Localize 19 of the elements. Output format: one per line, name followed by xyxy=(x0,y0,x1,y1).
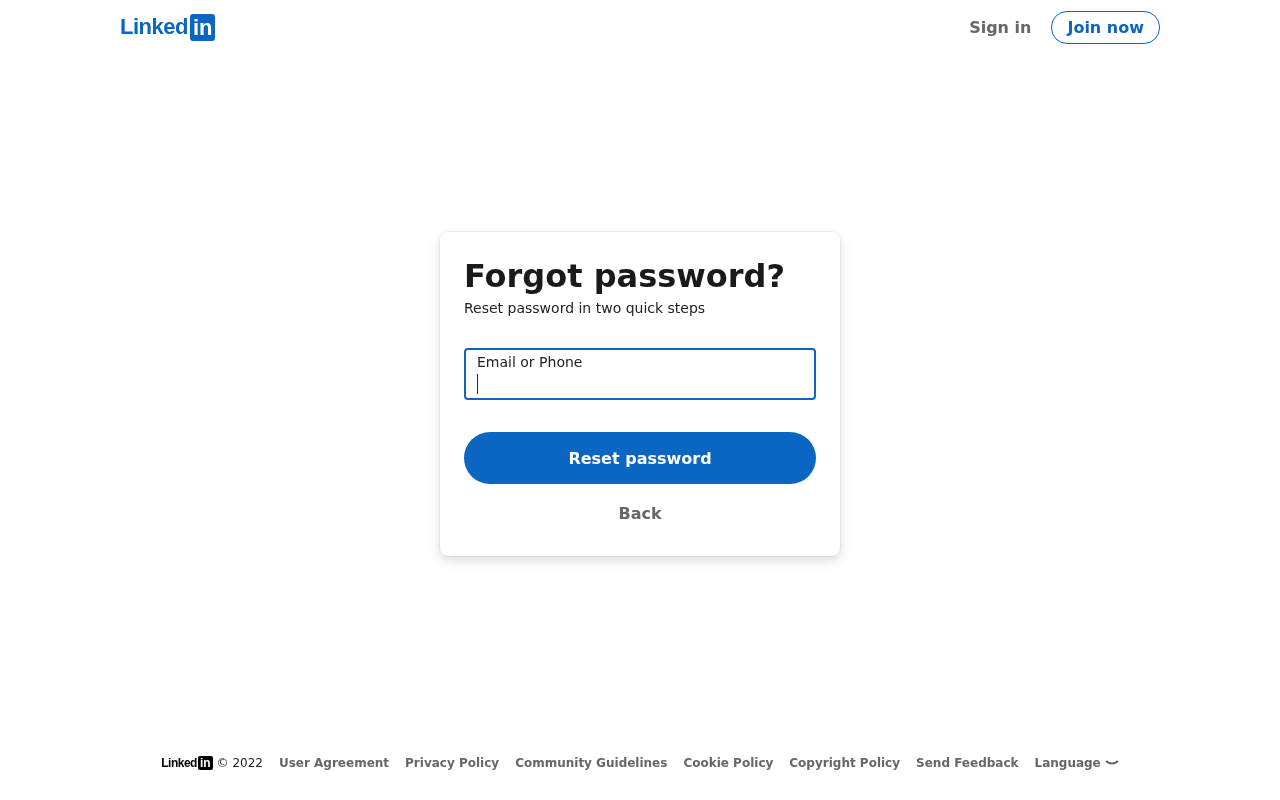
copyright-text: © 2022 xyxy=(216,756,263,770)
back-button[interactable]: Back xyxy=(610,500,670,527)
footer-link[interactable]: Copyright Policy xyxy=(789,756,901,770)
page-title: Forgot password? xyxy=(464,256,787,296)
language-dropdown[interactable]: Language xyxy=(1034,756,1119,770)
reset-password-button[interactable]: Reset password xyxy=(464,432,816,484)
logo[interactable]: Linked in xyxy=(120,13,216,41)
email-field[interactable]: Email or Phone xyxy=(464,348,816,400)
join-now-button[interactable]: Join now xyxy=(1051,10,1160,44)
footer-link[interactable]: User Agreement xyxy=(278,756,390,770)
sign-in-link[interactable]: Sign in xyxy=(969,13,1032,41)
chevron-icon xyxy=(1104,759,1119,767)
footer-link[interactable]: Community Guidelines xyxy=(515,756,668,770)
footer-link[interactable]: Cookie Policy xyxy=(683,756,774,770)
footer-link[interactable]: Send Feedback xyxy=(916,756,1019,770)
footer-link[interactable]: Privacy Policy xyxy=(405,756,500,770)
logo: Linked in xyxy=(161,756,213,770)
text-cursor xyxy=(477,374,478,394)
subtitle: Reset password in two quick steps xyxy=(464,300,707,316)
